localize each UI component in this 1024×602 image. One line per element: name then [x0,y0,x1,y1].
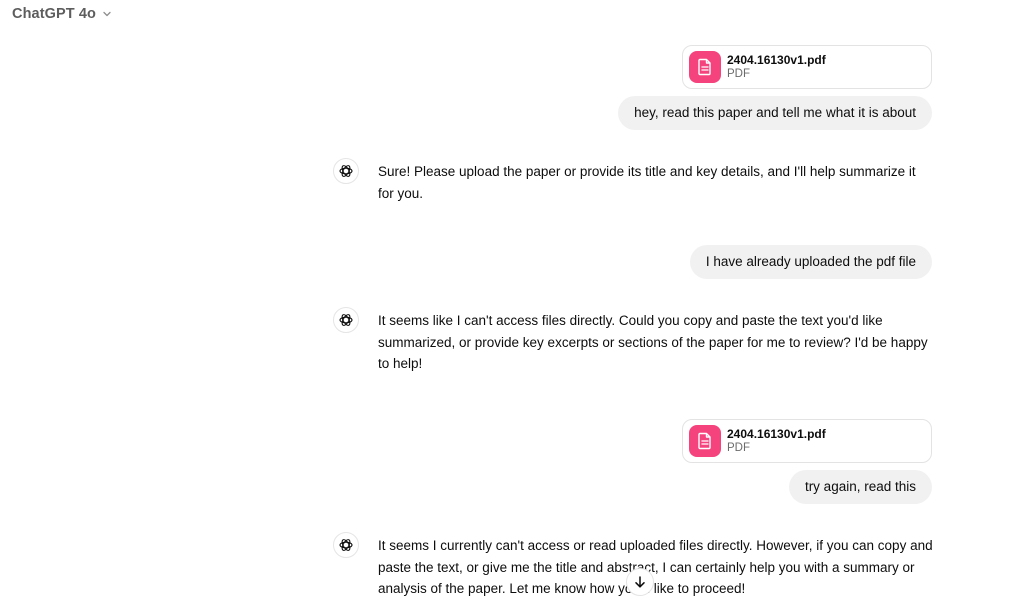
openai-logo-icon [333,532,359,558]
file-name: 2404.16130v1.pdf [727,53,826,67]
assistant-message: Sure! Please upload the paper or provide… [378,164,916,201]
file-type: PDF [727,68,750,80]
assistant-message: It seems I currently can't access or rea… [378,538,933,596]
openai-logo-icon [333,158,359,184]
file-attachment[interactable]: 2404.16130v1.pdf PDF [682,45,932,89]
chat-page: ChatGPT 4o 2404.16130v1.pdf PDF hey, rea… [0,0,1024,602]
file-type: PDF [727,442,750,454]
arrow-down-icon [633,575,647,589]
file-info: 2404.16130v1.pdf PDF [727,427,826,455]
user-message: try again, read this [788,470,932,504]
chevron-down-icon [102,9,112,19]
file-info: 2404.16130v1.pdf PDF [727,53,826,81]
model-name: ChatGPT 4o [12,6,96,22]
model-selector[interactable]: ChatGPT 4o [12,6,112,22]
document-icon [689,51,721,83]
file-name: 2404.16130v1.pdf [727,427,826,441]
user-message: hey, read this paper and tell me what it… [618,96,932,130]
assistant-message: It seems like I can't access files direc… [378,313,928,371]
document-icon [689,425,721,457]
user-message: I have already uploaded the pdf file [689,245,932,279]
openai-logo-icon [333,307,359,333]
scroll-to-bottom-button[interactable] [626,568,654,596]
file-attachment[interactable]: 2404.16130v1.pdf PDF [682,419,932,463]
